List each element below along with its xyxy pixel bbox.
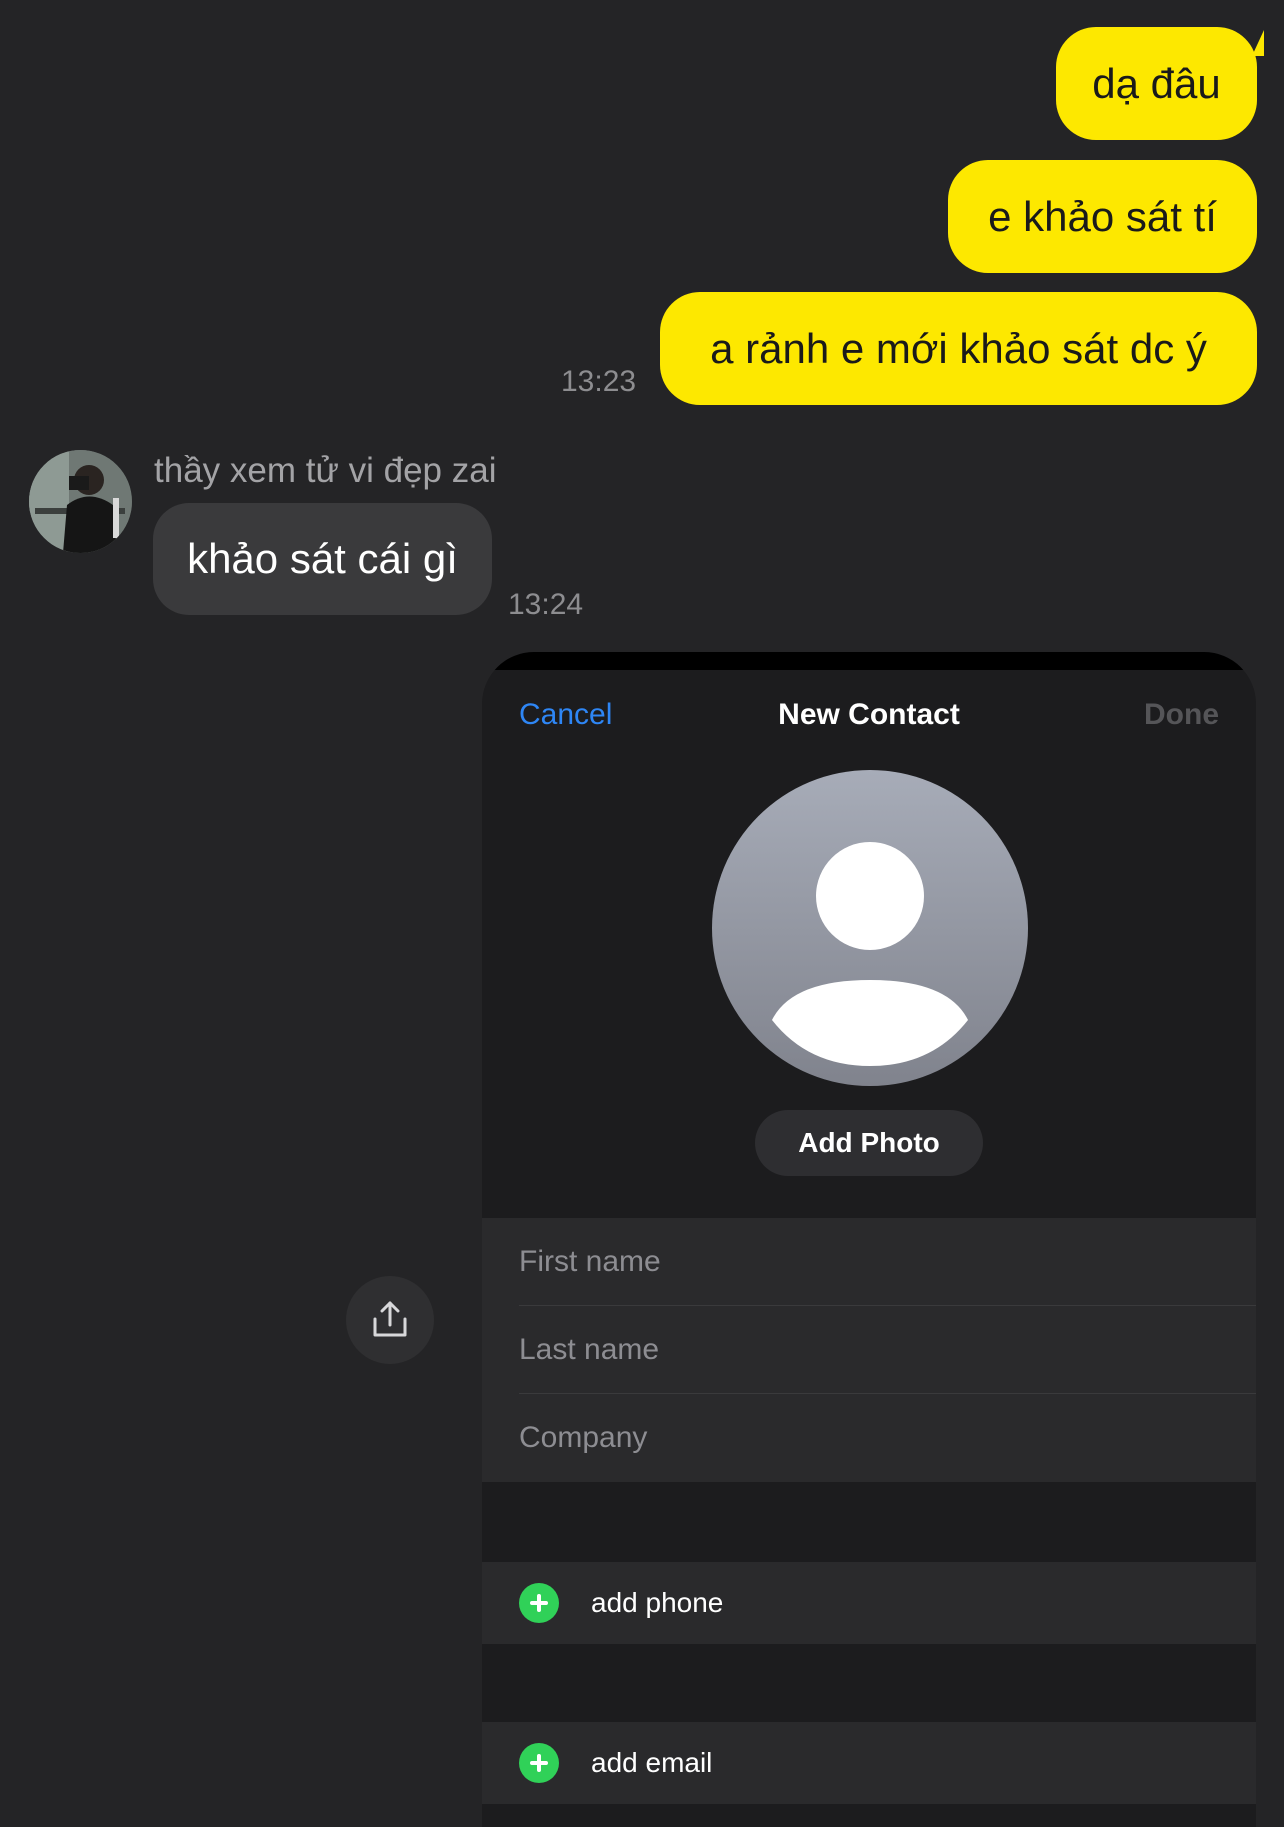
card-top-edge	[482, 652, 1256, 670]
done-button[interactable]: Done	[1144, 698, 1219, 732]
add-email-row[interactable]: add email	[482, 1722, 1256, 1804]
last-name-placeholder: Last name	[519, 1332, 660, 1366]
company-field[interactable]: Company	[519, 1394, 1256, 1482]
last-name-field[interactable]: Last name	[519, 1306, 1256, 1394]
outgoing-message-1[interactable]: dạ đâu	[1056, 27, 1257, 140]
incoming-message[interactable]: khảo sát cái gì	[153, 503, 492, 615]
avatar-photo	[29, 450, 132, 553]
message-timestamp: 13:24	[508, 588, 584, 621]
message-text: e khảo sát tí	[988, 192, 1217, 240]
message-text: dạ đâu	[1092, 59, 1221, 107]
plus-circle-icon	[519, 1743, 559, 1783]
first-name-placeholder: First name	[519, 1244, 661, 1278]
name-fields: First name Last name Company	[482, 1218, 1256, 1482]
contact-photo[interactable]	[712, 770, 1028, 1086]
new-contact-card[interactable]: Cancel New Contact Done Add Photo First …	[482, 652, 1256, 1827]
add-phone-row[interactable]: add phone	[482, 1562, 1256, 1644]
add-email-label: add email	[591, 1747, 713, 1778]
add-phone-label: add phone	[591, 1587, 724, 1618]
share-icon	[373, 1301, 407, 1337]
plus-circle-icon	[519, 1583, 559, 1623]
message-timestamp: 13:23	[561, 365, 637, 398]
sender-name: thầy xem tử vi đẹp zai	[154, 451, 497, 490]
message-text: khảo sát cái gì	[187, 535, 458, 582]
company-placeholder: Company	[519, 1421, 648, 1454]
first-name-field[interactable]: First name	[519, 1218, 1256, 1306]
person-silhouette-icon	[772, 842, 968, 1066]
bubble-tail	[1252, 30, 1264, 56]
avatar[interactable]	[29, 450, 132, 553]
add-photo-button[interactable]: Add Photo	[755, 1110, 983, 1176]
message-text: a rảnh e mới khảo sát dc ý	[710, 324, 1207, 372]
page-title: New Contact	[778, 698, 960, 731]
share-button[interactable]	[346, 1276, 434, 1364]
outgoing-message-2[interactable]: e khảo sát tí	[948, 160, 1257, 273]
outgoing-message-3[interactable]: a rảnh e mới khảo sát dc ý	[660, 292, 1257, 405]
